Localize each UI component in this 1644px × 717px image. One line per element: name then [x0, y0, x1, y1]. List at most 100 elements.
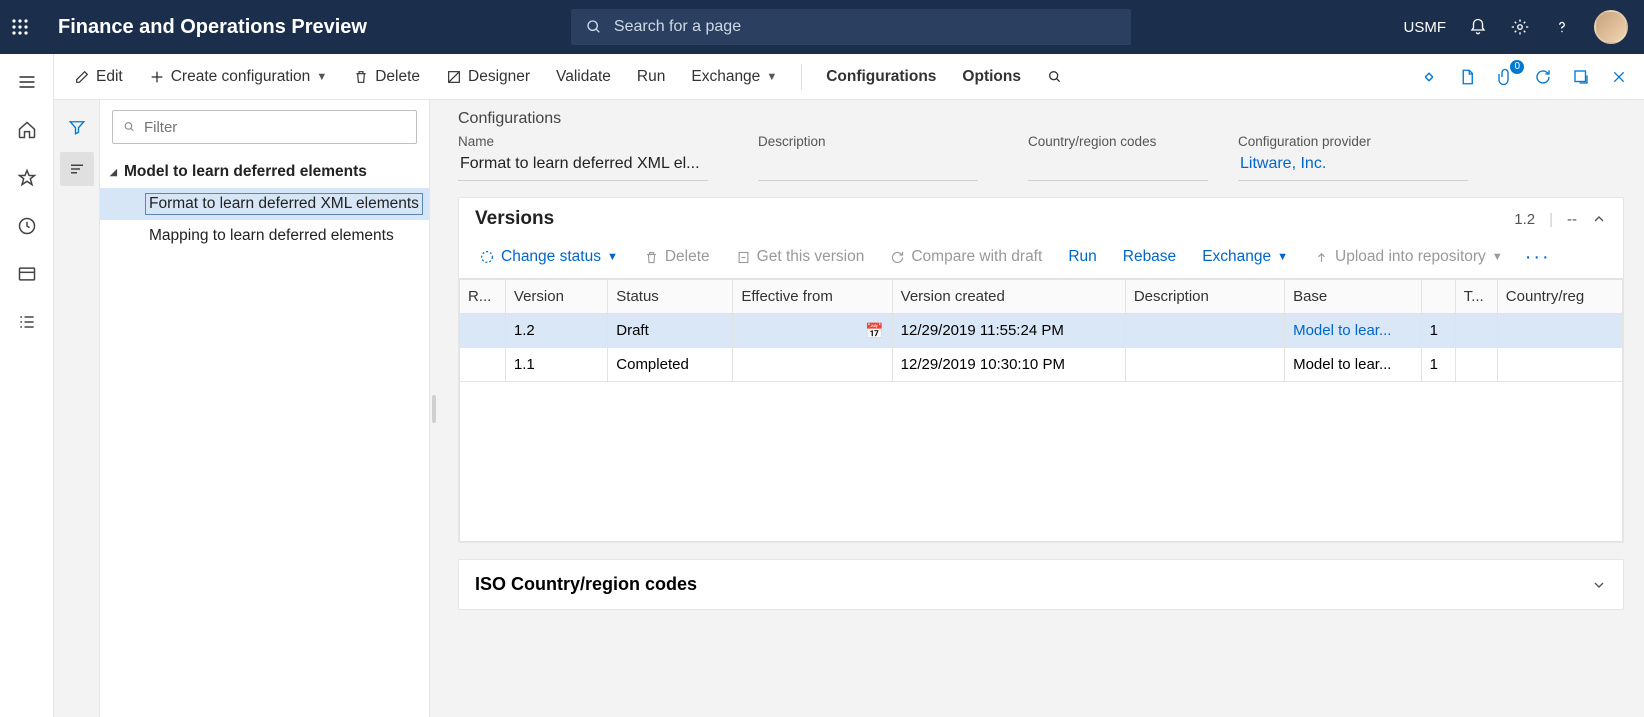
workspaces-icon[interactable]	[13, 260, 41, 288]
cell[interactable]	[1497, 314, 1622, 348]
column-header[interactable]: Version	[505, 280, 607, 314]
company-code[interactable]: USMF	[1404, 19, 1447, 36]
provider-link[interactable]: Litware, Inc.	[1238, 151, 1468, 181]
tree-filter-input[interactable]	[144, 119, 406, 136]
version-exchange-button[interactable]: Exchange ▼	[1198, 244, 1292, 270]
description-value[interactable]	[758, 151, 978, 181]
column-header[interactable]: T...	[1455, 280, 1497, 314]
cell[interactable]	[1125, 314, 1284, 348]
rebase-button[interactable]: Rebase	[1119, 244, 1180, 270]
funnel-icon[interactable]	[60, 110, 94, 144]
cell[interactable]	[1455, 348, 1497, 382]
create-configuration-button[interactable]: Create configuration ▼	[139, 62, 337, 92]
popout-icon[interactable]	[1570, 66, 1592, 88]
recent-icon[interactable]	[13, 212, 41, 240]
column-header[interactable]: Description	[1125, 280, 1284, 314]
bell-icon[interactable]	[1468, 17, 1488, 37]
column-header[interactable]: Country/reg	[1497, 280, 1622, 314]
page-icon[interactable]	[1456, 66, 1478, 88]
close-icon[interactable]	[1608, 66, 1630, 88]
cell-effective[interactable]: 📅	[733, 314, 892, 348]
run-button[interactable]: Run	[627, 62, 675, 92]
versions-current: 1.2	[1514, 211, 1535, 228]
hamburger-icon[interactable]	[13, 68, 41, 96]
tree-item-label: Mapping to learn deferred elements	[146, 226, 397, 246]
column-header[interactable]: Status	[608, 280, 733, 314]
column-header[interactable]	[1421, 280, 1455, 314]
cell-effective[interactable]	[733, 348, 892, 382]
iso-title: ISO Country/region codes	[475, 574, 697, 595]
chevron-up-icon[interactable]	[1591, 211, 1607, 227]
cell[interactable]: 1.2	[505, 314, 607, 348]
field-name: Name Format to learn deferred XML el...	[458, 134, 708, 181]
upload-repo-button[interactable]: Upload into repository ▼	[1310, 244, 1507, 270]
country-value[interactable]	[1028, 151, 1208, 181]
version-run-button[interactable]: Run	[1064, 244, 1100, 270]
version-delete-button[interactable]: Delete	[640, 244, 714, 270]
cell-base[interactable]: Model to lear...	[1285, 348, 1422, 382]
star-icon[interactable]	[13, 164, 41, 192]
action-bar: Edit Create configuration ▼ Delete Desig…	[54, 54, 1644, 100]
help-icon[interactable]	[1552, 17, 1572, 37]
tree-root[interactable]: ◢ Model to learn deferred elements	[100, 156, 429, 188]
home-icon[interactable]	[13, 116, 41, 144]
user-avatar[interactable]	[1594, 10, 1628, 44]
cell[interactable]: Draft	[608, 314, 733, 348]
cell[interactable]: 1	[1421, 348, 1455, 382]
gear-icon[interactable]	[1510, 17, 1530, 37]
related-icon[interactable]	[1418, 66, 1440, 88]
table-row[interactable]: 1.1Completed 12/29/2019 10:30:10 PM Model …	[460, 348, 1623, 382]
exchange-button[interactable]: Exchange ▼	[681, 62, 787, 92]
filter-rail	[54, 100, 100, 717]
grid-empty-area	[459, 382, 1623, 542]
tree-item-label: Format to learn deferred XML elements	[146, 194, 422, 214]
options-tab[interactable]: Options	[952, 62, 1031, 92]
actionbar-right	[1418, 66, 1634, 88]
caret-down-icon: ◢	[110, 167, 124, 178]
designer-button[interactable]: Designer	[436, 62, 540, 92]
edit-button[interactable]: Edit	[64, 62, 133, 92]
refresh-icon[interactable]	[1532, 66, 1554, 88]
splitter[interactable]	[430, 100, 438, 717]
table-row[interactable]: 1.2Draft📅12/29/2019 11:55:24 PM Model to …	[460, 314, 1623, 348]
section-title: Configurations	[458, 110, 1624, 128]
config-tree: ◢ Model to learn deferred elements Forma…	[100, 154, 429, 254]
cell[interactable]: Completed	[608, 348, 733, 382]
cell[interactable]	[460, 314, 506, 348]
compare-button[interactable]: Compare with draft	[886, 244, 1046, 270]
more-icon[interactable]: ···	[1525, 246, 1551, 269]
column-header[interactable]: Effective from	[733, 280, 892, 314]
name-value[interactable]: Format to learn deferred XML el...	[458, 151, 708, 181]
list-toggle-icon[interactable]	[60, 152, 94, 186]
delete-button[interactable]: Delete	[343, 62, 430, 92]
cell[interactable]	[1497, 348, 1622, 382]
global-search[interactable]	[571, 9, 1131, 45]
cell[interactable]: 12/29/2019 11:55:24 PM	[892, 314, 1125, 348]
tree-item[interactable]: Mapping to learn deferred elements	[100, 220, 429, 252]
cell[interactable]: 12/29/2019 10:30:10 PM	[892, 348, 1125, 382]
attachments-button[interactable]	[1494, 66, 1516, 88]
cell[interactable]	[1125, 348, 1284, 382]
cell[interactable]: 1	[1421, 314, 1455, 348]
modules-icon[interactable]	[13, 308, 41, 336]
tree-item[interactable]: Format to learn deferred XML elements	[100, 188, 429, 220]
global-search-input[interactable]	[614, 18, 1117, 36]
configurations-tab[interactable]: Configurations	[816, 62, 946, 92]
change-status-button[interactable]: Change status ▼	[475, 244, 622, 270]
cell[interactable]: 1.1	[505, 348, 607, 382]
validate-button[interactable]: Validate	[546, 62, 621, 92]
versions-card: Versions 1.2 | -- Ch	[458, 197, 1624, 543]
iso-card: ISO Country/region codes	[458, 559, 1624, 610]
column-header[interactable]: R...	[460, 280, 506, 314]
cell-base[interactable]: Model to lear...	[1285, 314, 1422, 348]
cell[interactable]	[1455, 314, 1497, 348]
get-version-button[interactable]: Get this version	[732, 244, 869, 270]
tree-filter[interactable]	[112, 110, 417, 144]
column-header[interactable]: Version created	[892, 280, 1125, 314]
column-header[interactable]: Base	[1285, 280, 1422, 314]
cell[interactable]	[460, 348, 506, 382]
chevron-down-icon[interactable]	[1591, 577, 1607, 593]
action-search-button[interactable]	[1037, 63, 1073, 91]
app-launcher-icon[interactable]	[10, 17, 30, 37]
field-country: Country/region codes	[1028, 134, 1188, 181]
